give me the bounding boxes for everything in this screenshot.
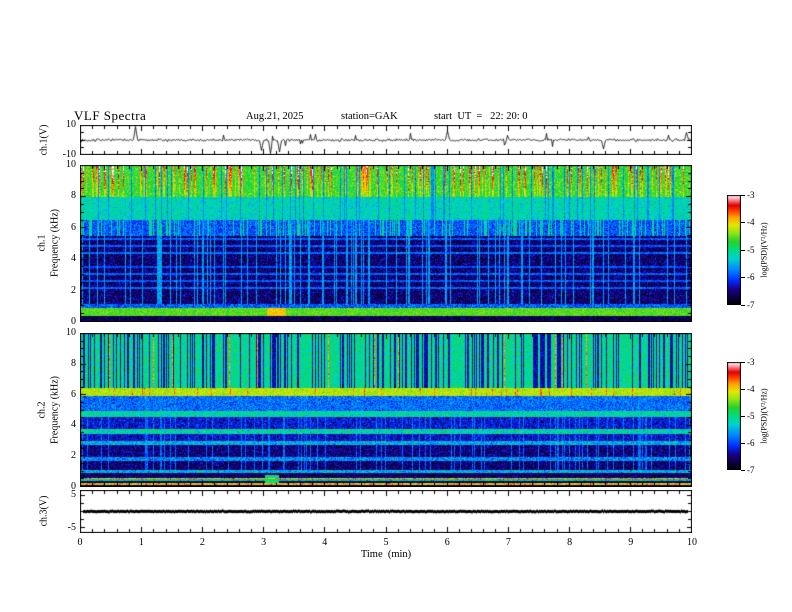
colorbar-tick-label: -7 — [747, 464, 755, 475]
x-tick-label: 4 — [322, 537, 328, 548]
ch2-spec-channel-label: ch.2 — [36, 401, 48, 419]
colorbar-tick — [741, 388, 745, 390]
y-tick-label: 6 — [71, 388, 76, 400]
ch1-spec-freq-label: Frequency (kHz) — [49, 208, 61, 278]
colorbar-tick — [741, 361, 745, 363]
y-tick-label: 6 — [71, 221, 76, 233]
colorbar-tick — [741, 222, 745, 223]
colorbar-2-canvas — [727, 362, 741, 470]
colorbar-tick-label: -5 — [747, 244, 755, 255]
x-tick-label: 6 — [444, 537, 450, 548]
y-tick-label: 0 — [71, 481, 76, 492]
ch2-spec-freq-label: Frequency (kHz) — [49, 375, 61, 445]
colorbar-tick — [741, 277, 745, 278]
ch1-spec-channel-label: ch.1 — [36, 234, 48, 252]
colorbar-tick-label: -3 — [747, 356, 755, 367]
ch3-waveform-canvas — [80, 490, 692, 533]
colorbar-tick — [741, 415, 745, 417]
colorbar-tick-label: -4 — [747, 217, 755, 227]
colorbar-tick — [741, 442, 745, 444]
figure-title: VLF Spectra — [74, 108, 147, 123]
y-tick-label: 8 — [71, 357, 76, 369]
ch1-wave-ytick-top: 10 — [66, 119, 76, 130]
x-tick-label: 3 — [261, 537, 267, 548]
colorbar-tick-label: -4 — [747, 383, 755, 394]
colorbar-1-canvas — [727, 195, 741, 305]
y-tick-label: 2 — [71, 284, 76, 296]
figure-station: station=GAK — [341, 111, 398, 122]
ch1-spectrogram-canvas — [80, 165, 692, 322]
ch1-waveform-canvas — [80, 125, 692, 155]
ch1-wave-ylabel: ch.1(V) — [38, 124, 50, 156]
y-tick-label: 10 — [66, 327, 76, 338]
figure-start-ut: start UT = 22: 20: 0 — [434, 111, 528, 122]
x-tick-label: 5 — [383, 537, 389, 548]
colorbar-tick-label: -5 — [747, 410, 755, 421]
vlf-spectra-figure: VLF Spectra Aug.21, 2025 station=GAK sta… — [0, 0, 792, 612]
y-tick-label: 2 — [71, 450, 76, 462]
x-tick-label: 0 — [77, 537, 83, 548]
x-tick-label: 10 — [687, 537, 697, 548]
x-tick-label: 9 — [628, 537, 634, 548]
colorbar-tick — [741, 249, 745, 251]
colorbar-tick — [741, 304, 745, 306]
colorbar-tick — [741, 469, 745, 471]
colorbar-tick-label: -6 — [747, 437, 755, 448]
x-axis-title: Time (min) — [360, 549, 412, 560]
ch2-spectrogram-canvas — [80, 333, 692, 487]
ch3-wave-ylabel: ch.3(V) — [38, 495, 50, 527]
colorbar-tick — [741, 194, 745, 196]
colorbar-tick-label: -3 — [747, 189, 755, 200]
x-tick-label: 1 — [138, 537, 144, 548]
y-tick-label: 0 — [71, 316, 76, 327]
y-tick-label: 8 — [71, 190, 76, 202]
ch3-wave-ytick-bottom: -5 — [67, 522, 76, 533]
y-tick-label: 4 — [71, 419, 76, 431]
y-tick-label: 4 — [71, 253, 76, 265]
colorbar-tick-label: -6 — [747, 272, 755, 282]
x-tick-label: 2 — [199, 537, 205, 548]
figure-date: Aug.21, 2025 — [246, 111, 304, 122]
x-tick-label: 7 — [505, 537, 511, 548]
colorbar-tick-label: -7 — [747, 299, 755, 310]
y-tick-label: 10 — [66, 159, 76, 170]
x-tick-label: 8 — [567, 537, 573, 548]
